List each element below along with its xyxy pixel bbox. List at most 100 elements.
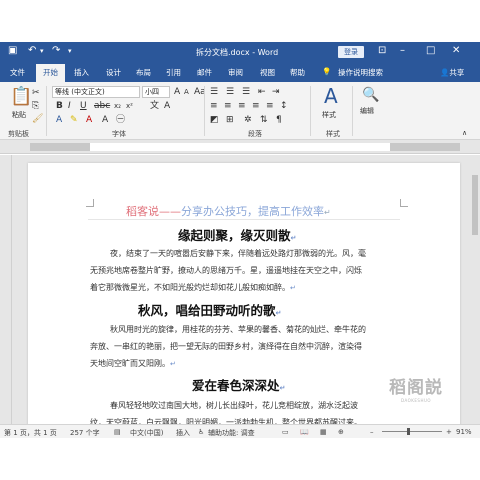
zoom-out-icon[interactable]: –	[370, 428, 374, 436]
borders-icon[interactable]: ⊞	[226, 115, 234, 125]
document-page[interactable]: 稻客说——分享办公技巧，提高工作效率↵ 缘起则聚，缘灭则散↵ 夜，结束了一天的喧…	[28, 163, 460, 453]
tab-help[interactable]: 帮助	[290, 67, 305, 78]
undo-dropdown-icon[interactable]: ▾	[40, 47, 44, 55]
shrink-font-icon[interactable]: A	[184, 87, 189, 97]
minimize-icon[interactable]: –	[400, 45, 405, 56]
sort-icon[interactable]: ⇅	[260, 115, 268, 125]
watermark-logo: 稻阁説 DAOKESHUO	[388, 373, 444, 403]
multilevel-list-icon[interactable]: ☰	[242, 87, 250, 97]
phonetic-guide-icon[interactable]: 文	[150, 101, 159, 111]
tab-file[interactable]: 文件	[10, 67, 25, 78]
print-layout-icon[interactable]: ▦	[320, 428, 327, 436]
redo-icon[interactable]: ↷	[52, 45, 60, 56]
line-spacing-icon[interactable]: ↕	[280, 101, 288, 111]
find-icon[interactable]: 🔍	[362, 88, 379, 102]
copy-icon[interactable]: ⎘	[32, 101, 39, 111]
section-heading: 爱在春色深深处↵	[192, 378, 286, 393]
bottom-blank-area	[0, 438, 480, 480]
zoom-slider-thumb[interactable]	[406, 428, 410, 435]
font-size-select[interactable]: 小四	[142, 86, 170, 98]
character-shading-icon[interactable]: A	[102, 115, 108, 125]
justify-icon[interactable]: ≡	[252, 101, 260, 111]
paragraph-line: 着它那微微星光，不如阳光般灼烂却如花儿般如痴如醉。↵	[90, 283, 296, 292]
document-work-area: 稻客说——分享办公技巧，提高工作效率↵ 缘起则聚，缘灭则散↵ 夜，结束了一天的喧…	[0, 155, 480, 453]
divider	[310, 86, 311, 136]
tab-references[interactable]: 引用	[166, 67, 181, 78]
paragraph-mark-icon: ↵	[290, 234, 297, 242]
language-indicator[interactable]: 中文(中国)	[130, 428, 163, 438]
tab-home[interactable]: 开始	[36, 64, 65, 82]
styles-button[interactable]: 样式	[322, 110, 336, 120]
divider	[352, 86, 353, 136]
show-marks-icon[interactable]: ¶	[276, 115, 282, 125]
format-painter-icon[interactable]: 🖌	[32, 114, 43, 124]
paragraph-line: 奔放、一串红的艳丽，把一望无际的田野乡村，演绎得在自然中沉醉，渲染得	[90, 342, 362, 351]
editing-button[interactable]: 编辑	[360, 106, 374, 116]
accessibility-status[interactable]: 辅助功能: 调查	[208, 428, 255, 438]
customize-qat-icon[interactable]: ▾	[68, 47, 72, 55]
bold-icon[interactable]: B	[56, 101, 63, 111]
section-heading: 秋风，唱给田野动听的歌↵	[138, 303, 282, 318]
align-center-icon[interactable]: ≡	[224, 101, 232, 111]
tell-me-search[interactable]: 操作说明搜索	[338, 67, 383, 78]
strikethrough-icon[interactable]: abc	[94, 101, 110, 111]
paragraph-mark-icon: ↵	[324, 208, 331, 217]
insert-mode[interactable]: 插入	[176, 428, 190, 438]
tab-insert[interactable]: 插入	[74, 67, 89, 78]
ribbon-tabs: 文件 开始 插入 设计 布局 引用 邮件 审阅 视图 帮助 💡 操作说明搜索 👤…	[0, 62, 480, 82]
page-count[interactable]: 第 1 页，共 1 页	[4, 428, 57, 438]
align-right-icon[interactable]: ≡	[238, 101, 246, 111]
highlight-icon[interactable]: ✎	[70, 115, 78, 125]
enclose-characters-icon[interactable]: ㊀	[116, 115, 125, 125]
share-button[interactable]: 👤共享	[440, 67, 464, 78]
save-icon[interactable]: ▣	[8, 45, 17, 56]
grow-font-icon[interactable]: A	[174, 87, 180, 97]
vertical-ruler[interactable]	[0, 155, 12, 424]
subscript-icon[interactable]: x₂	[114, 101, 121, 111]
paste-icon[interactable]: 📋	[10, 88, 32, 106]
distributed-icon[interactable]: ≡	[266, 101, 274, 111]
login-button[interactable]: 登录	[338, 46, 364, 58]
tab-mailings[interactable]: 邮件	[197, 67, 212, 78]
cut-icon[interactable]: ✂	[32, 88, 40, 98]
shading-icon[interactable]: ◩	[210, 115, 219, 125]
vertical-scrollbar[interactable]	[470, 155, 480, 424]
styles-icon[interactable]: A	[324, 86, 338, 106]
font-color-icon[interactable]: A	[86, 115, 92, 125]
ribbon-display-options-icon[interactable]: ⊡	[378, 45, 386, 56]
tab-review[interactable]: 审阅	[228, 67, 243, 78]
tab-design[interactable]: 设计	[106, 67, 121, 78]
web-layout-icon[interactable]: ⊕	[338, 428, 344, 436]
scrollbar-thumb[interactable]	[472, 175, 478, 235]
underline-icon[interactable]: U	[80, 101, 87, 111]
tab-view[interactable]: 视图	[260, 67, 275, 78]
close-icon[interactable]: ✕	[452, 45, 460, 56]
ruler-right-margin	[390, 143, 460, 151]
text-effects-icon[interactable]: A	[56, 115, 62, 125]
read-mode-icon[interactable]: 📖	[300, 428, 309, 436]
zoom-level[interactable]: 91%	[456, 428, 472, 436]
horizontal-ruler[interactable]	[0, 140, 480, 154]
proofing-icon[interactable]: ▤	[114, 428, 121, 436]
superscript-icon[interactable]: x²	[126, 101, 133, 111]
chinese-layout-icon[interactable]: ✲	[244, 115, 252, 125]
collapse-ribbon-icon[interactable]: ∧	[462, 128, 467, 138]
align-left-icon[interactable]: ≡	[210, 101, 218, 111]
accessibility-icon[interactable]: ♿	[198, 428, 204, 436]
decrease-indent-icon[interactable]: ⇤	[258, 87, 266, 97]
font-group-label: 字体	[112, 130, 126, 138]
tab-layout[interactable]: 布局	[136, 67, 151, 78]
italic-icon[interactable]: I	[68, 101, 71, 111]
word-count[interactable]: 257 个字	[70, 428, 100, 438]
zoom-in-icon[interactable]: +	[446, 428, 452, 436]
undo-icon[interactable]: ↶	[28, 45, 36, 56]
focus-mode-icon[interactable]: ▭	[282, 428, 289, 436]
font-name-select[interactable]: 等线 (中文正文)	[52, 86, 140, 98]
increase-indent-icon[interactable]: ⇥	[272, 87, 280, 97]
numbering-icon[interactable]: ☰	[226, 87, 234, 97]
zoom-slider[interactable]	[382, 431, 442, 432]
paste-button[interactable]: 粘贴	[12, 110, 26, 120]
character-border-icon[interactable]: A	[164, 101, 170, 111]
bullets-icon[interactable]: ☰	[210, 87, 218, 97]
restore-icon[interactable]: □	[426, 45, 435, 56]
